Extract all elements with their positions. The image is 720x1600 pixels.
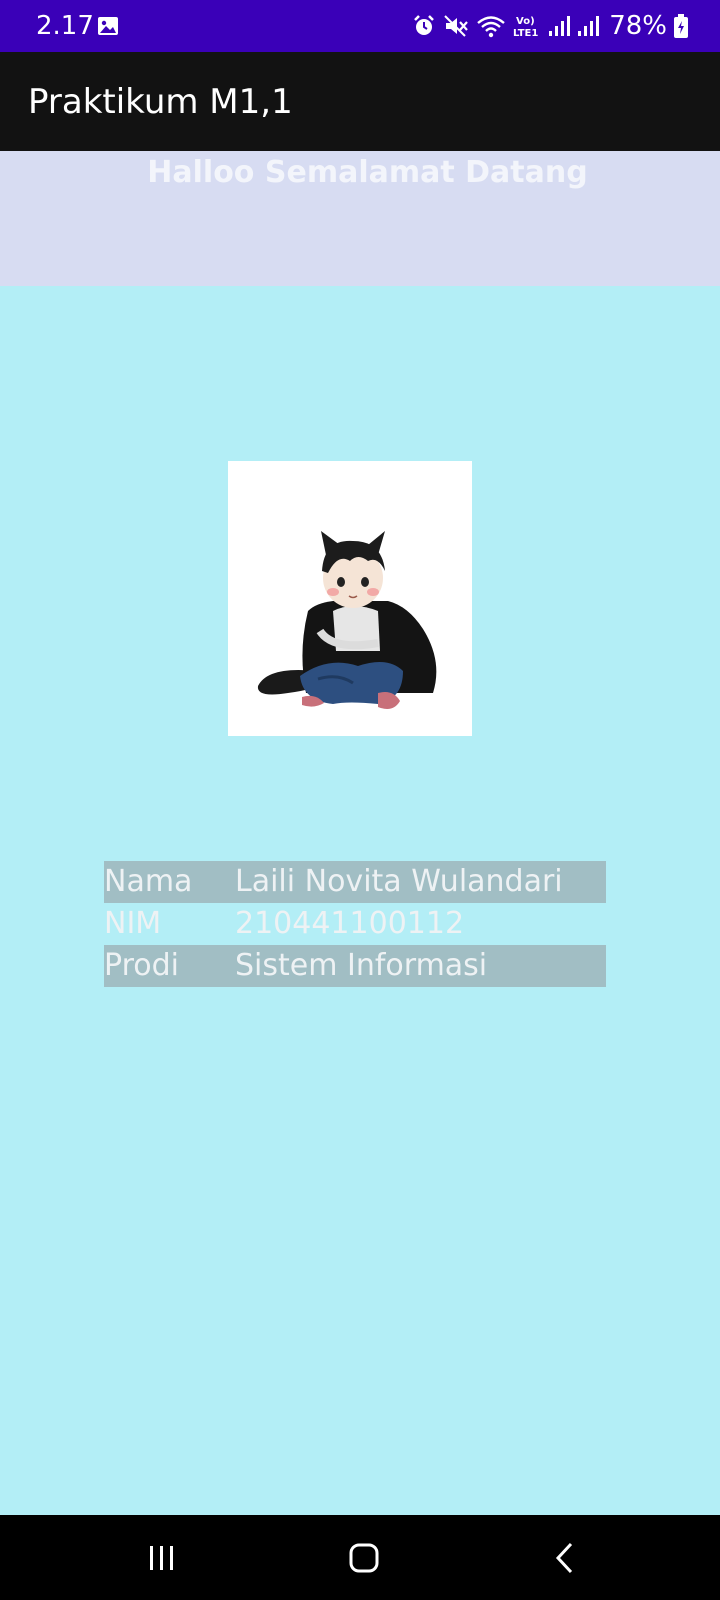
app-title: Praktikum M1,1	[28, 82, 293, 122]
battery-icon	[674, 14, 688, 38]
navigation-bar	[0, 1515, 720, 1600]
status-bar: 2.17 Vo) LTE1 78%	[0, 0, 720, 52]
info-value: Sistem Informasi	[235, 948, 488, 983]
battery-percentage: 78%	[609, 11, 667, 41]
profile-image	[228, 461, 472, 736]
alarm-icon	[412, 14, 436, 38]
volte-icon: Vo) LTE1	[513, 13, 541, 39]
wifi-icon	[476, 14, 506, 38]
info-label: NIM	[104, 906, 162, 941]
info-value: 210441100112	[235, 906, 465, 941]
recent-apps-icon	[150, 1546, 173, 1570]
info-table: Nama Laili Novita Wulandari NIM 21044110…	[104, 861, 606, 987]
svg-text:LTE1: LTE1	[513, 28, 538, 39]
info-row-nim: NIM 210441100112	[104, 903, 606, 945]
home-icon	[349, 1543, 379, 1573]
signal-icon	[548, 15, 571, 37]
info-label: Nama	[104, 864, 193, 899]
info-row-nama: Nama Laili Novita Wulandari	[104, 861, 606, 903]
app-bar: Praktikum M1,1	[0, 52, 720, 151]
svg-text:Vo): Vo)	[516, 16, 535, 27]
back-button[interactable]	[535, 1533, 595, 1583]
chibi-character-image	[257, 531, 437, 709]
signal-icon	[577, 15, 600, 37]
home-button[interactable]	[334, 1533, 394, 1583]
gallery-icon	[97, 16, 119, 36]
recent-apps-button[interactable]	[132, 1533, 192, 1583]
mute-icon	[443, 14, 469, 38]
status-icons: Vo) LTE1 78%	[412, 9, 688, 43]
info-value: Laili Novita Wulandari	[235, 864, 563, 899]
screen: 2.17 Vo) LTE1 78% Praktikum M1,1 Halloo …	[0, 0, 720, 1600]
back-icon	[555, 1542, 573, 1574]
status-time: 2.17	[36, 11, 94, 41]
info-row-prodi: Prodi Sistem Informasi	[104, 945, 606, 987]
welcome-text: Halloo Semalamat Datang	[147, 155, 588, 190]
info-label: Prodi	[104, 948, 179, 983]
